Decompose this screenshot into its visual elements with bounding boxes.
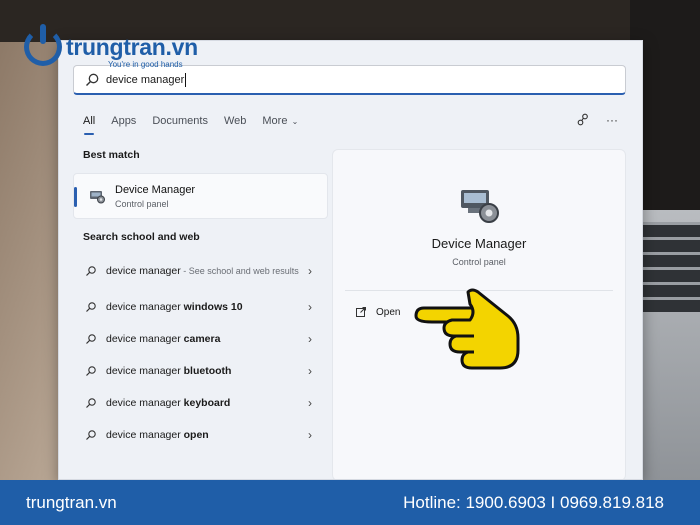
result-text: device manager	[106, 396, 184, 409]
laptop-keyboard	[638, 222, 700, 312]
search-icon	[86, 266, 96, 276]
search-icon	[86, 430, 96, 440]
text-caret	[185, 72, 187, 87]
chevron-right-icon: ›	[308, 396, 312, 410]
site-logo: trungtran.vn You're in good hands	[24, 24, 198, 69]
chevron-right-icon: ›	[308, 264, 312, 278]
tab-documents[interactable]: Documents	[152, 115, 208, 135]
chevron-right-icon: ›	[308, 364, 312, 378]
results-column: Best match Device Manager Control panel …	[73, 149, 328, 451]
chevron-down-icon: ⌄	[289, 117, 299, 126]
logo-brand: trungtran.vn	[66, 34, 198, 60]
tab-apps[interactable]: Apps	[111, 115, 136, 135]
web-result-item[interactable]: device manager windows 10 ›	[73, 291, 328, 323]
best-match-title: Best match	[83, 149, 140, 161]
web-result-item[interactable]: device manager open ›	[73, 419, 328, 451]
web-result-item[interactable]: device manager bluetooth ›	[73, 355, 328, 387]
footer-hotline: Hotline: 1900.6903 I 0969.819.818	[403, 492, 664, 512]
search-input[interactable]: device manager	[73, 65, 626, 95]
search-icon	[86, 334, 96, 344]
open-label: Open	[376, 306, 401, 318]
power-logo-icon	[24, 24, 62, 66]
footer-bar: trungtran.vn Hotline: 1900.6903 I 0969.8…	[0, 480, 700, 525]
chevron-right-icon: ›	[308, 332, 312, 346]
result-bold: camera	[183, 332, 221, 345]
logo-tagline: You're in good hands	[108, 60, 183, 69]
footer-site[interactable]: trungtran.vn	[26, 493, 117, 513]
result-text: device manager	[106, 264, 181, 277]
start-search-window: device manager All Apps Documents Web Mo…	[58, 40, 643, 480]
best-match-sub: Control panel	[115, 198, 169, 209]
tab-all[interactable]: All	[83, 115, 95, 135]
tab-more[interactable]: More ⌄	[262, 115, 298, 135]
search-icon	[86, 398, 96, 408]
best-match-name: Device Manager	[115, 183, 196, 196]
web-result-item[interactable]: device manager - See school and web resu…	[73, 251, 328, 291]
search-icon	[86, 302, 96, 312]
chevron-right-icon: ›	[308, 300, 312, 314]
result-bold: open	[183, 428, 209, 441]
search-icon	[86, 73, 99, 86]
result-text: device manager	[106, 428, 184, 441]
tab-more-label: More	[262, 115, 288, 127]
result-text: device manager	[106, 332, 184, 345]
web-section-title: Search school and web	[83, 231, 200, 243]
result-text: device manager	[106, 300, 184, 313]
share-icon[interactable]	[576, 113, 590, 127]
result-text: device manager	[106, 364, 184, 377]
selection-indicator	[74, 187, 77, 207]
search-value: device manager	[106, 73, 185, 86]
preview-title: Device Manager	[431, 236, 527, 251]
open-action[interactable]: Open	[355, 306, 400, 318]
result-bold: keyboard	[183, 396, 231, 409]
device-manager-icon	[90, 191, 105, 204]
pointing-hand-icon	[414, 288, 520, 370]
web-result-item[interactable]: device manager keyboard ›	[73, 387, 328, 419]
toolbar: ···	[576, 113, 618, 127]
best-match-item[interactable]: Device Manager Control panel	[73, 173, 328, 219]
result-hint: - See school and web results	[180, 265, 299, 276]
open-external-icon	[356, 307, 366, 317]
result-bold: bluetooth	[183, 364, 232, 377]
device-manager-icon	[461, 190, 499, 223]
ellipsis-icon[interactable]: ···	[606, 113, 618, 127]
result-bold: windows 10	[183, 300, 243, 313]
web-results: device manager - See school and web resu…	[73, 251, 328, 451]
search-tabs: All Apps Documents Web More ⌄	[83, 115, 314, 135]
search-icon	[86, 366, 96, 376]
preview-subtitle: Control panel	[452, 257, 506, 267]
chevron-right-icon: ›	[308, 428, 312, 442]
tab-web[interactable]: Web	[224, 115, 246, 135]
web-result-item[interactable]: device manager camera ›	[73, 323, 328, 355]
